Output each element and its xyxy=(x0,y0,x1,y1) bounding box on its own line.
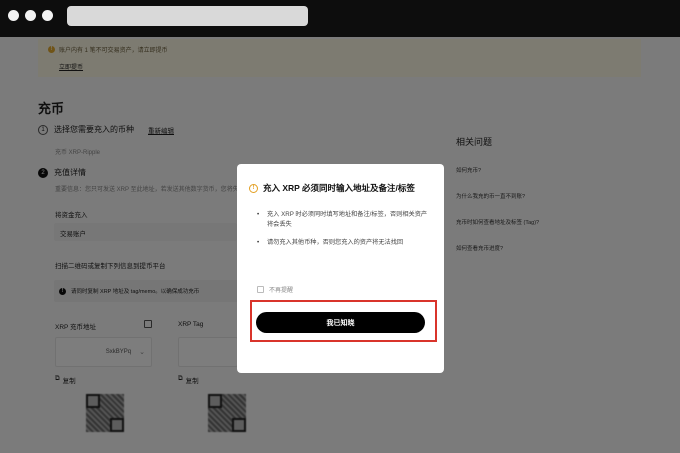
modal-bullets: 充入 XRP 时必须同时填写地址和备注/标签，否则相关资产将会丢失 请勿充入其他… xyxy=(257,210,429,256)
dont-remind-label: 不再提醒 xyxy=(269,288,294,294)
modal-title-text: 充入 XRP 必须同时输入地址及备注/标签 xyxy=(263,183,415,193)
modal-bullet: 请勿充入其他币种，否则您充入的资产将无法找回 xyxy=(257,238,429,248)
address-bar[interactable] xyxy=(67,6,308,26)
window-dot xyxy=(42,10,53,21)
browser-top-bar xyxy=(0,0,680,37)
xrp-warning-modal: ! 充入 XRP 必须同时输入地址及备注/标签 充入 XRP 时必须同时填写地址… xyxy=(237,164,444,373)
deposit-page: ! 账户内有 1 笔不可交易资产，请立即提币 立即提币 充币 1 选择您需要充入… xyxy=(0,37,680,453)
window-dot xyxy=(25,10,36,21)
acknowledge-button[interactable]: 我已知晓 xyxy=(256,312,425,333)
window-dot xyxy=(8,10,19,21)
modal-bullet: 充入 XRP 时必须同时填写地址和备注/标签，否则相关资产将会丢失 xyxy=(257,210,429,230)
dont-remind-checkbox[interactable] xyxy=(257,286,264,293)
dont-remind-row[interactable]: 不再提醒 xyxy=(257,285,293,294)
modal-title: ! 充入 XRP 必须同时输入地址及备注/标签 xyxy=(249,182,415,194)
warning-icon: ! xyxy=(249,183,258,193)
